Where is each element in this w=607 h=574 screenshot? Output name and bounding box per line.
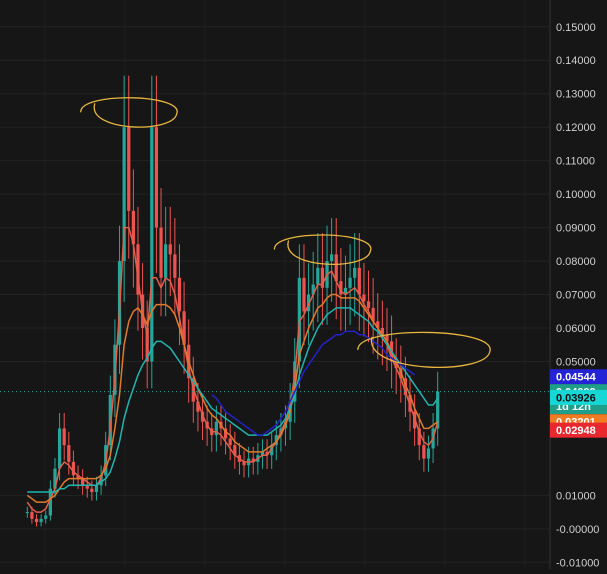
y-tick-label: 0.10000 — [556, 189, 596, 201]
y-tick-label: 0.01000 — [556, 490, 596, 502]
candle-body — [57, 428, 62, 469]
y-tick-label: 0.11000 — [556, 156, 595, 168]
y-tick-label: 0.05000 — [556, 356, 596, 368]
y-tick-label: -0.01000 — [556, 557, 599, 569]
y-tick-label: 0.09000 — [556, 223, 596, 235]
candle-body — [150, 127, 154, 362]
candle-body — [422, 445, 426, 459]
candle-body — [316, 267, 320, 285]
candle-body — [302, 277, 306, 312]
candle-body — [177, 277, 182, 312]
price-badge-label: 0.02948 — [556, 425, 596, 437]
y-tick-label: 0.13000 — [556, 89, 596, 101]
candle-body — [159, 227, 163, 278]
y-tick-label: 0.07000 — [556, 290, 596, 302]
candle-body — [127, 127, 131, 211]
candle-body — [168, 244, 172, 255]
y-tick-label: 0.14000 — [556, 55, 596, 67]
chart-canvas[interactable]: 0.15000 0.14000 0.13000 0.12000 0.11000 0.100… — [0, 0, 607, 569]
candle-body — [90, 488, 94, 493]
candle-body — [362, 294, 366, 302]
y-tick-label: -0.00000 — [556, 524, 599, 536]
candle-body — [94, 485, 99, 493]
candle-body — [348, 277, 352, 288]
candle-body — [44, 515, 48, 519]
candle-body — [228, 438, 232, 446]
candle-body — [353, 267, 357, 278]
price-chart[interactable]: 0.15000 0.14000 0.13000 0.12000 0.11000 0.100… — [0, 0, 607, 569]
candle-body — [25, 512, 29, 514]
candle-body — [34, 518, 39, 523]
y-tick-label: 0.08000 — [556, 256, 596, 268]
candle-body — [173, 254, 177, 278]
candle-body — [164, 244, 168, 278]
candle-body — [154, 127, 159, 228]
candle-body — [366, 301, 371, 308]
y-tick-label: 0.12000 — [556, 122, 596, 134]
candle-body — [426, 448, 431, 459]
price-badge-label: 0.03926 — [556, 392, 596, 404]
candle-body — [30, 512, 34, 519]
candle-body — [330, 254, 334, 262]
y-tick-label: 0.06000 — [556, 323, 596, 335]
price-badges: 0.045440.040991d 12h0.039260.032010.0294… — [550, 369, 607, 438]
y-tick-label: 0.15000 — [556, 22, 596, 34]
candle-body — [62, 428, 66, 446]
candle-body — [67, 445, 71, 462]
price-badge-label: 0.04544 — [556, 372, 597, 384]
candle-body — [39, 518, 43, 523]
candle-body — [357, 267, 361, 295]
